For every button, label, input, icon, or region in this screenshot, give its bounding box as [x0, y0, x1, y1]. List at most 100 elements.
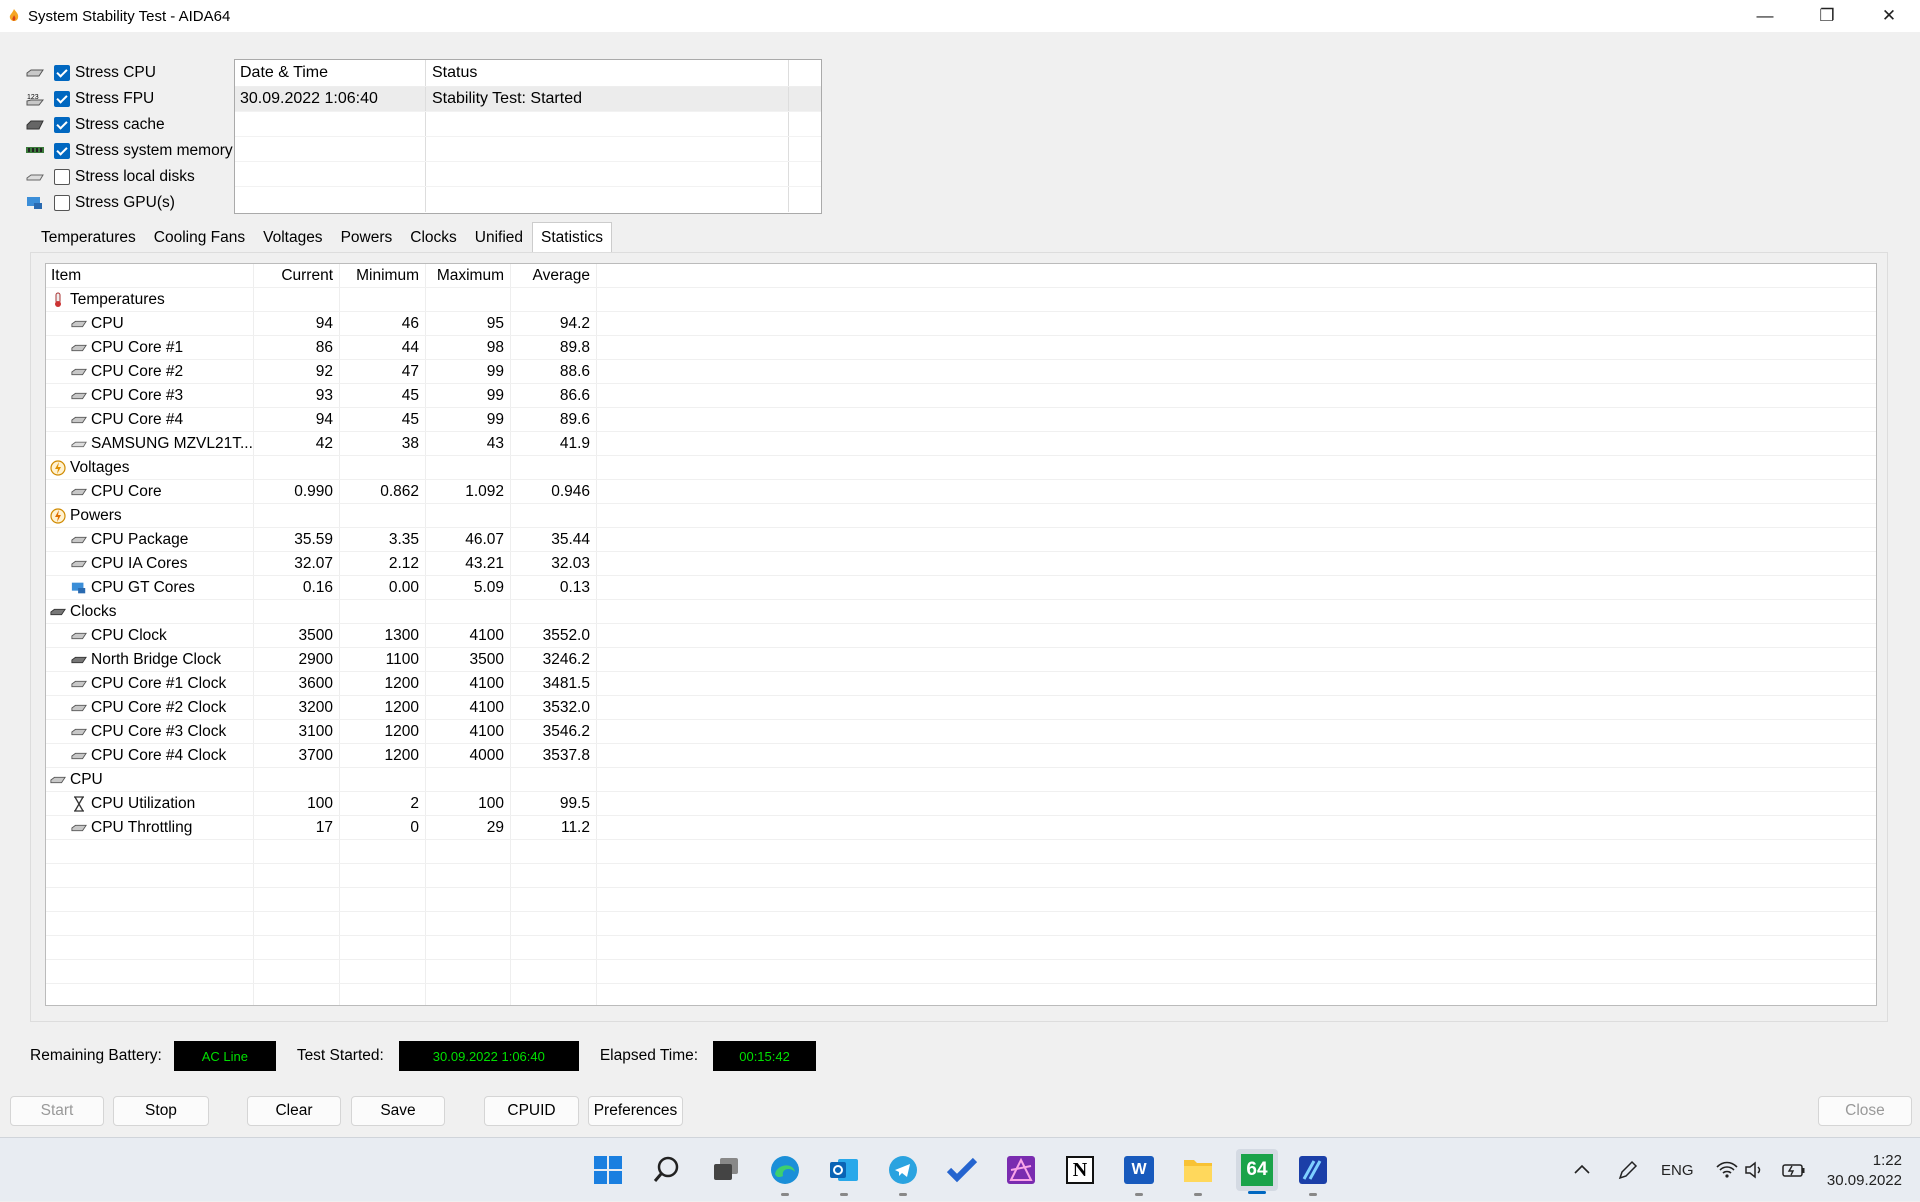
word-icon[interactable]: W	[1121, 1152, 1157, 1196]
stats-cell-maximum: 98	[486, 338, 504, 356]
telegram-icon[interactable]	[885, 1152, 921, 1196]
close-window-button[interactable]: ✕	[1858, 0, 1920, 32]
stats-item-label: Voltages	[70, 458, 130, 476]
restore-button[interactable]: ❐	[1796, 0, 1858, 32]
tab-powers[interactable]: Powers	[332, 224, 402, 252]
stats-row[interactable]: CPU Core #1 86 44 98 89.8	[46, 336, 1876, 360]
stress-option-row[interactable]: Stress cache	[24, 112, 234, 138]
stats-row[interactable]: CPU Core #4 94 45 99 89.6	[46, 408, 1876, 432]
stress-checkbox[interactable]	[54, 169, 70, 185]
stats-row[interactable]: CPU Core #2 92 47 99 88.6	[46, 360, 1876, 384]
stress-option-label[interactable]: Stress FPU	[75, 90, 154, 108]
log-header-datetime[interactable]: Date & Time	[235, 60, 426, 86]
start-button[interactable]: Start	[10, 1096, 104, 1126]
stats-row[interactable]: North Bridge Clock 2900 1100 3500 3246.2	[46, 648, 1876, 672]
stress-checkbox[interactable]	[54, 143, 70, 159]
tab-temperatures[interactable]: Temperatures	[32, 224, 145, 252]
todo-icon[interactable]	[944, 1152, 980, 1188]
save-button[interactable]: Save	[351, 1096, 445, 1126]
close-button[interactable]: Close	[1818, 1096, 1912, 1126]
stats-header-maximum[interactable]: Maximum	[437, 267, 504, 285]
stress-checkbox[interactable]	[54, 117, 70, 133]
stats-row[interactable]: CPU 94 46 95 94.2	[46, 312, 1876, 336]
pen-icon[interactable]	[1616, 1138, 1640, 1202]
stats-header-item[interactable]: Item	[51, 267, 81, 285]
stats-row[interactable]: CPU Clock 3500 1300 4100 3552.0	[46, 624, 1876, 648]
stats-row[interactable]: CPU Package 35.59 3.35 46.07 35.44	[46, 528, 1876, 552]
tab-voltages[interactable]: Voltages	[254, 224, 331, 252]
stats-group-row[interactable]: Clocks	[46, 600, 1876, 624]
tab-clocks[interactable]: Clocks	[401, 224, 466, 252]
cpu-icon	[71, 701, 87, 715]
stress-option-label[interactable]: Stress cache	[75, 116, 165, 134]
stats-row[interactable]: CPU GT Cores 0.16 0.00 5.09 0.13	[46, 576, 1876, 600]
search-icon[interactable]	[649, 1152, 685, 1188]
file-explorer-icon[interactable]	[1180, 1152, 1216, 1196]
stats-header-current[interactable]: Current	[281, 267, 333, 285]
stats-group-row[interactable]: Temperatures	[46, 288, 1876, 312]
stress-option-row[interactable]: Stress CPU	[24, 60, 234, 86]
preferences-button[interactable]: Preferences	[588, 1096, 683, 1126]
log-header-status[interactable]: Status	[426, 60, 789, 86]
stats-cell-average: 3481.5	[542, 674, 590, 692]
battery-icon[interactable]	[1782, 1138, 1806, 1202]
stress-option-label[interactable]: Stress local disks	[75, 168, 195, 186]
language-indicator[interactable]: ENG	[1661, 1138, 1694, 1202]
stress-option-row[interactable]: Stress GPU(s)	[24, 190, 234, 216]
stats-header-minimum[interactable]: Minimum	[356, 267, 419, 285]
stress-option-row[interactable]: 123 Stress FPU	[24, 86, 234, 112]
wifi-icon[interactable]	[1716, 1138, 1738, 1202]
stats-cell-average: 41.9	[559, 434, 590, 452]
stats-row[interactable]: CPU Core 0.990 0.862 1.092 0.946	[46, 480, 1876, 504]
stats-row[interactable]: CPU Core #3 93 45 99 86.6	[46, 384, 1876, 408]
stats-header-row: Item Current Minimum Maximum Average	[46, 264, 1876, 288]
cpuid-button[interactable]: CPUID	[484, 1096, 579, 1126]
volume-icon[interactable]	[1744, 1138, 1764, 1202]
stress-checkbox[interactable]	[54, 91, 70, 107]
stats-row[interactable]: CPU Throttling 17 0 29 11.2	[46, 816, 1876, 840]
stress-checkbox[interactable]	[54, 195, 70, 211]
stats-row[interactable]: CPU Core #2 Clock 3200 1200 4100 3532.0	[46, 696, 1876, 720]
minimize-button[interactable]: —	[1734, 0, 1796, 32]
stats-group-row[interactable]: Voltages	[46, 456, 1876, 480]
stress-option-label[interactable]: Stress system memory	[75, 142, 233, 160]
stress-option-label[interactable]: Stress CPU	[75, 64, 156, 82]
stats-row[interactable]: CPU IA Cores 32.07 2.12 43.21 32.03	[46, 552, 1876, 576]
stress-option-row[interactable]: Stress local disks	[24, 164, 234, 190]
stats-cell-current: 0.16	[302, 578, 333, 596]
stats-row[interactable]: CPU Core #4 Clock 3700 1200 4000 3537.8	[46, 744, 1876, 768]
stats-row[interactable]: SAMSUNG MZVL21T... 42 38 43 41.9	[46, 432, 1876, 456]
affinity-designer-icon[interactable]	[1295, 1152, 1331, 1196]
stats-group-row[interactable]: CPU	[46, 768, 1876, 792]
task-view-icon[interactable]	[708, 1152, 744, 1188]
clock[interactable]: 1:22 30.09.2022	[1818, 1138, 1902, 1202]
statistics-table[interactable]: Item Current Minimum Maximum Average Temperat…	[45, 263, 1877, 1006]
stats-cell-maximum: 5.09	[473, 578, 504, 596]
outlook-icon[interactable]	[826, 1152, 862, 1196]
stress-option-row[interactable]: Stress system memory	[24, 138, 234, 164]
tab-statistics[interactable]: Statistics	[532, 222, 613, 252]
stats-row[interactable]: CPU Utilization 100 2 100 99.5	[46, 792, 1876, 816]
tab-cooling-fans[interactable]: Cooling Fans	[145, 224, 254, 252]
clock-date: 30.09.2022	[1826, 1171, 1902, 1189]
show-hidden-icons-chevron-icon[interactable]	[1572, 1138, 1592, 1202]
tab-unified[interactable]: Unified	[466, 224, 532, 252]
stress-option-label[interactable]: Stress GPU(s)	[75, 194, 175, 212]
clear-button[interactable]: Clear	[247, 1096, 341, 1126]
stats-group-row[interactable]: Powers	[46, 504, 1876, 528]
stats-row[interactable]: CPU Core #3 Clock 3100 1200 4100 3546.2	[46, 720, 1876, 744]
stats-item-label: CPU	[70, 770, 103, 788]
stats-header-average[interactable]: Average	[533, 267, 590, 285]
log-row[interactable]: 30.09.2022 1:06:40 Stability Test: Start…	[235, 87, 821, 112]
stress-checkbox[interactable]	[54, 65, 70, 81]
edge-icon[interactable]	[767, 1152, 803, 1196]
stop-button[interactable]: Stop	[113, 1096, 209, 1126]
stats-row[interactable]: CPU Core #1 Clock 3600 1200 4100 3481.5	[46, 672, 1876, 696]
thermometer-icon	[50, 292, 66, 307]
notion-icon[interactable]: N	[1062, 1152, 1098, 1188]
windows-start-icon[interactable]	[590, 1152, 626, 1188]
title-bar[interactable]: System Stability Test - AIDA64 — ❐ ✕	[0, 0, 1920, 32]
aida64-icon[interactable]: 64	[1236, 1149, 1278, 1194]
affinity-photo-icon[interactable]	[1003, 1152, 1039, 1188]
stats-cell-average: 11.2	[560, 818, 590, 836]
